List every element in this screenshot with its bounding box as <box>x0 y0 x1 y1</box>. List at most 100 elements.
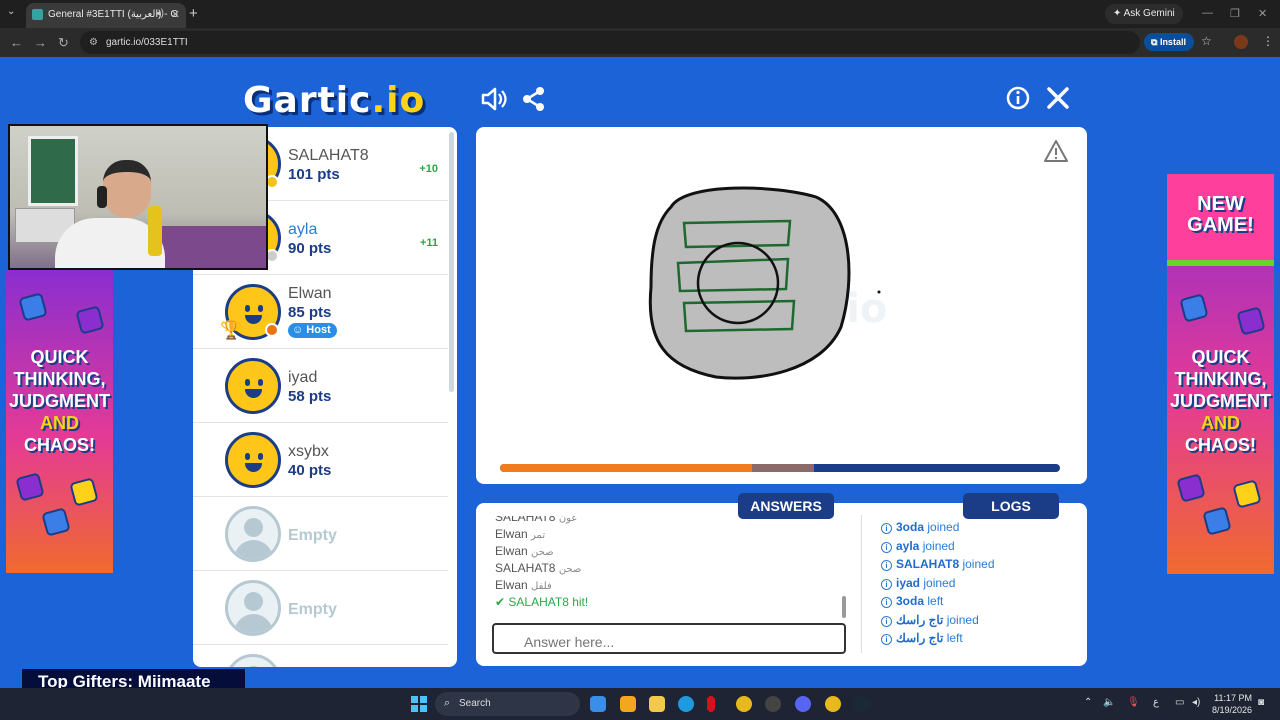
clock[interactable]: 11:17 PM 8/19/2026 <box>1210 692 1252 716</box>
log-line: i تاج راسك joined <box>881 613 1081 632</box>
network-icon[interactable]: ▭ <box>1175 697 1184 708</box>
log-user: تاج راسك <box>896 631 944 645</box>
windows-start-icon[interactable] <box>411 696 427 712</box>
file-explorer-icon[interactable] <box>649 696 665 712</box>
log-action: joined <box>962 557 995 571</box>
browser-tab[interactable]: General #3E1TTI (العربية) - G ◂) ✕ <box>26 3 186 28</box>
gartic-favicon-icon <box>32 9 43 20</box>
window-close-icon[interactable]: ✕ <box>1258 7 1267 20</box>
logo-text: Gartic <box>243 80 372 121</box>
pinned-app-icon[interactable] <box>765 696 781 712</box>
info-icon[interactable] <box>1006 86 1030 117</box>
url-field[interactable]: ⚙ gartic.io/033E1TTI <box>80 31 1140 54</box>
answers-scrollbar[interactable] <box>842 596 846 618</box>
site-info-icon[interactable]: ⚙ <box>89 37 98 48</box>
answer-word: تمر <box>531 530 546 541</box>
maximize-icon[interactable]: ❐ <box>1230 7 1240 20</box>
sticker-icon <box>1176 473 1206 503</box>
gartic-logo: Gartic.io <box>243 80 425 121</box>
player-row[interactable]: 🏆 Elwan 85 pts ☺ Host <box>193 275 448 349</box>
task-view-icon[interactable] <box>590 696 606 712</box>
log-action: joined <box>927 520 960 534</box>
search-icon: ⌕ <box>444 697 451 709</box>
minimize-icon[interactable]: — <box>1202 7 1213 19</box>
steam-icon[interactable] <box>853 696 869 712</box>
notification-bell-icon[interactable]: ◙ <box>1258 697 1264 708</box>
discord-icon[interactable] <box>795 696 811 712</box>
log-user: SALAHAT8 <box>896 557 960 571</box>
browser-menu-icon[interactable]: ⋮ <box>1262 34 1274 48</box>
pinned-app-icon[interactable] <box>620 696 636 712</box>
hit-user: SALAHAT8 <box>508 595 569 609</box>
player-list-scrollbar[interactable] <box>449 132 454 392</box>
taskbar-search[interactable]: ⌕ Search <box>435 692 580 716</box>
clock-date: 8/19/2026 <box>1211 705 1252 715</box>
language-indicator[interactable]: ع <box>1153 697 1159 708</box>
netflix-icon[interactable] <box>707 696 715 712</box>
microphone-icon[interactable]: 🎙 <box>1127 697 1140 708</box>
answer-input[interactable] <box>492 623 846 654</box>
player-row[interactable]: iyad 58 pts <box>193 349 448 423</box>
hit-line: ✔ SALAHAT8 hit! <box>495 595 845 612</box>
ad-text: QUICK THINKING, JUDGMENT AND CHAOS! <box>1167 346 1274 456</box>
sticker-icon <box>75 305 105 335</box>
ask-gemini-button[interactable]: ✦ Ask Gemini <box>1105 4 1183 24</box>
drawing-canvas[interactable]: .io <box>476 127 1087 484</box>
log-line: i 3oda left <box>881 594 1081 613</box>
sticker-icon <box>18 292 48 322</box>
empty-slot: Empty <box>193 571 448 645</box>
bookmark-star-icon[interactable]: ☆ <box>1201 34 1212 48</box>
speaker-tray-icon[interactable]: ◂) <box>1192 697 1200 708</box>
answer-user: SALAHAT8 <box>495 561 556 575</box>
chrome-icon[interactable] <box>825 696 841 712</box>
ad-line: QUICK <box>1191 347 1250 367</box>
sticker-icon <box>41 507 71 537</box>
player-row[interactable]: xsybx 40 pts <box>193 423 448 497</box>
profile-avatar[interactable] <box>1234 35 1248 49</box>
tab-search-chevron-icon[interactable]: ⌄ <box>7 6 15 17</box>
ad-banner-right[interactable]: NEW GAME! QUICK THINKING, JUDGMENT AND C… <box>1167 174 1274 574</box>
edge-icon[interactable] <box>678 696 694 712</box>
log-line: i SALAHAT8 joined <box>881 557 1081 576</box>
empty-avatar-icon <box>225 580 281 636</box>
log-action: joined <box>922 538 955 553</box>
tray-chevron-icon[interactable]: ⌃ <box>1084 697 1092 708</box>
player-gain: +11 <box>419 237 438 249</box>
browser-tab-bar: ⌄ General #3E1TTI (العربية) - G ◂) ✕ + ✦… <box>0 0 1280 28</box>
info-small-icon: i <box>881 523 892 534</box>
log-line: i تاج راسك left <box>881 631 1081 650</box>
chrome-icon[interactable] <box>736 696 752 712</box>
info-small-icon: i <box>881 597 892 608</box>
player-points: 40 pts <box>288 462 332 479</box>
forward-arrow-icon[interactable]: → <box>34 35 47 50</box>
share-icon[interactable] <box>522 86 546 119</box>
player-points: 58 pts <box>288 388 332 405</box>
url-text: gartic.io/033E1TTI <box>106 37 188 48</box>
close-tab-icon[interactable]: ✕ <box>171 8 180 21</box>
empty-avatar-icon <box>225 506 281 562</box>
webcam-overlay <box>8 124 268 270</box>
ad-line: QUICK <box>30 347 89 367</box>
logs-tab[interactable]: LOGS <box>963 493 1059 519</box>
ad-line: AND <box>40 413 79 433</box>
sticker-icon <box>69 477 99 507</box>
close-game-icon[interactable] <box>1046 86 1070 117</box>
player-points: 85 pts <box>288 304 332 321</box>
new-tab-plus-icon[interactable]: + <box>189 5 198 22</box>
clock-time: 11:17 PM <box>1214 693 1252 703</box>
log-user: 3oda <box>896 594 925 608</box>
reload-icon[interactable]: ↻ <box>58 35 69 51</box>
answers-logs-panel: ANSWERS LOGS SALAHAT8 عون Elwan تمر Elwa… <box>476 493 1087 666</box>
ad-banner-left[interactable]: QUICK THINKING, JUDGMENT AND CHAOS! <box>6 270 113 573</box>
player-name: Elwan <box>288 285 332 302</box>
player-gain: +10 <box>419 163 438 175</box>
speaker-icon[interactable]: ◂) <box>156 8 164 19</box>
install-button[interactable]: ⧉ Install <box>1144 33 1194 51</box>
logo-io: .io <box>371 80 426 121</box>
taskbar-search-label: Search <box>459 698 491 709</box>
back-arrow-icon[interactable]: ← <box>10 35 23 50</box>
answer-line: Elwan تمر <box>495 527 845 544</box>
answer-user: Elwan <box>495 527 528 541</box>
sound-icon[interactable] <box>480 86 508 119</box>
volume-icon[interactable]: 🔈 <box>1103 697 1115 708</box>
